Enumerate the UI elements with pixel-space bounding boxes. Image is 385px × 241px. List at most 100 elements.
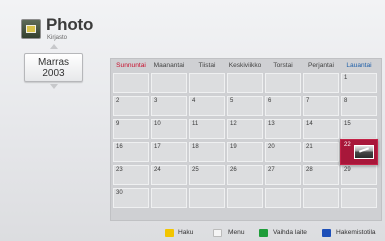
photo-thumbnail-icon xyxy=(354,145,374,159)
calendar-day-cell xyxy=(113,73,149,93)
calendar-day-cell[interactable]: 26 xyxy=(227,165,263,185)
calendar-day-number: 27 xyxy=(268,167,275,173)
calendar-day-cell xyxy=(303,73,339,93)
calendar-day-cell[interactable]: 8 xyxy=(341,96,377,116)
calendar-day-number: 25 xyxy=(192,167,199,173)
calendar-day-cell[interactable]: 20 xyxy=(265,142,301,162)
footer-label-1[interactable]: Menu xyxy=(228,229,245,237)
calendar-day-number: 23 xyxy=(116,167,123,173)
day-header-1: Maanantai xyxy=(153,62,185,69)
calendar-day-number: 8 xyxy=(344,98,348,104)
yellow-key-icon[interactable] xyxy=(165,229,174,237)
calendar-day-number: 16 xyxy=(116,144,123,150)
calendar-day-number: 7 xyxy=(306,98,310,104)
calendar-day-cell[interactable]: 7 xyxy=(303,96,339,116)
day-header-6: Lauantai xyxy=(346,62,372,69)
calendar-day-cell[interactable]: 4 xyxy=(189,96,225,116)
calendar-day-number: 30 xyxy=(116,190,123,196)
day-header-3: Keskiviikko xyxy=(228,62,262,69)
calendar-day-cell xyxy=(189,73,225,93)
app-window: Photo Kirjasto Marras 2003 Sunnuntai Maan… xyxy=(0,0,385,241)
month-up-arrow-icon[interactable] xyxy=(50,44,58,49)
calendar-day-number: 12 xyxy=(230,121,237,127)
calendar-day-cell[interactable]: 14 xyxy=(303,119,339,139)
calendar-day-cell[interactable]: 3 xyxy=(151,96,187,116)
calendar-day-cell[interactable]: 28 xyxy=(303,165,339,185)
photo-icon xyxy=(21,19,41,39)
calendar-day-selected[interactable]: 22 xyxy=(340,139,378,165)
calendar-day-cell xyxy=(151,73,187,93)
calendar-day-number: 10 xyxy=(154,121,161,127)
calendar-day-cell[interactable]: 15 xyxy=(341,119,377,139)
calendar-day-number: 22 xyxy=(344,142,351,148)
calendar-day-number: 24 xyxy=(154,167,161,173)
calendar-day-number: 3 xyxy=(154,98,158,104)
calendar-day-cell xyxy=(227,73,263,93)
calendar-day-cell[interactable]: 18 xyxy=(189,142,225,162)
calendar-day-cell[interactable]: 5 xyxy=(227,96,263,116)
calendar-day-cell[interactable]: 24 xyxy=(151,165,187,185)
year-label: 2003 xyxy=(42,68,65,79)
blue-key-icon[interactable] xyxy=(322,229,331,237)
calendar-day-number: 14 xyxy=(306,121,313,127)
day-header-2: Tiistai xyxy=(198,62,216,69)
month-selector[interactable]: Marras 2003 xyxy=(24,53,83,82)
calendar-day-cell[interactable]: 29 xyxy=(341,165,377,185)
footer-label-0[interactable]: Haku xyxy=(178,229,193,237)
calendar-day-cell xyxy=(151,188,187,208)
calendar-day-number: 9 xyxy=(116,121,120,127)
calendar-day-cell[interactable]: 19 xyxy=(227,142,263,162)
calendar-day-number: 2 xyxy=(116,98,120,104)
calendar-day-number: 29 xyxy=(344,167,351,173)
calendar-day-number: 21 xyxy=(306,144,313,150)
calendar-day-number: 18 xyxy=(192,144,199,150)
calendar-day-cell[interactable]: 2 xyxy=(113,96,149,116)
calendar-day-cell[interactable]: 13 xyxy=(265,119,301,139)
month-down-arrow-icon[interactable] xyxy=(50,84,58,89)
footer-label-3[interactable]: Hakemistotila xyxy=(336,229,376,237)
calendar-day-number: 11 xyxy=(192,121,199,127)
calendar-day-cell[interactable]: 1 xyxy=(341,73,377,93)
green-key-icon[interactable] xyxy=(259,229,268,237)
calendar-day-cell xyxy=(189,188,225,208)
calendar-day-number: 5 xyxy=(230,98,234,104)
footer-label-2[interactable]: Vaihda laite xyxy=(273,229,307,237)
calendar-day-cell[interactable]: 25 xyxy=(189,165,225,185)
calendar-day-number: 13 xyxy=(268,121,275,127)
calendar-day-cell[interactable]: 10 xyxy=(151,119,187,139)
calendar-day-cell xyxy=(265,188,301,208)
white-key-icon[interactable] xyxy=(213,229,222,237)
calendar-day-cell xyxy=(303,188,339,208)
day-header-4: Torstai xyxy=(273,62,293,69)
calendar-day-number: 17 xyxy=(154,144,161,150)
calendar-day-cell[interactable]: 21 xyxy=(303,142,339,162)
calendar-day-cell[interactable]: 6 xyxy=(265,96,301,116)
calendar-day-cell[interactable]: 12 xyxy=(227,119,263,139)
calendar-day-cell[interactable]: 11 xyxy=(189,119,225,139)
footer-bar: Haku Menu Vaihda laite Hakemistotila xyxy=(0,228,385,241)
calendar-day-number: 15 xyxy=(344,121,351,127)
calendar-day-number: 4 xyxy=(192,98,196,104)
calendar-day-cell[interactable]: 30 xyxy=(113,188,149,208)
calendar-day-cell xyxy=(265,73,301,93)
calendar-day-headers: Sunnuntai Maanantai Tiistai Keskiviikko Tors… xyxy=(111,59,381,73)
month-label: Marras xyxy=(37,57,70,68)
calendar-day-cell xyxy=(227,188,263,208)
app-subtitle: Kirjasto xyxy=(47,35,68,41)
calendar-day-number: 26 xyxy=(230,167,237,173)
calendar-day-number: 20 xyxy=(268,144,275,150)
calendar-day-cell[interactable]: 27 xyxy=(265,165,301,185)
calendar-day-cell xyxy=(341,188,377,208)
app-title: Photo xyxy=(46,15,94,34)
calendar-day-number: 28 xyxy=(306,167,313,173)
calendar-day-number: 19 xyxy=(230,144,237,150)
calendar-day-number: 6 xyxy=(268,98,272,104)
calendar-day-number: 1 xyxy=(344,75,348,81)
day-header-5: Perjantai xyxy=(307,62,335,69)
calendar-day-cell[interactable]: 16 xyxy=(113,142,149,162)
calendar-day-cell[interactable]: 23 xyxy=(113,165,149,185)
calendar-grid: Sunnuntai Maanantai Tiistai Keskiviikko Tors… xyxy=(110,58,382,221)
day-header-0: Sunnuntai xyxy=(116,62,146,69)
calendar-day-cell[interactable]: 17 xyxy=(151,142,187,162)
calendar-day-cell[interactable]: 9 xyxy=(113,119,149,139)
